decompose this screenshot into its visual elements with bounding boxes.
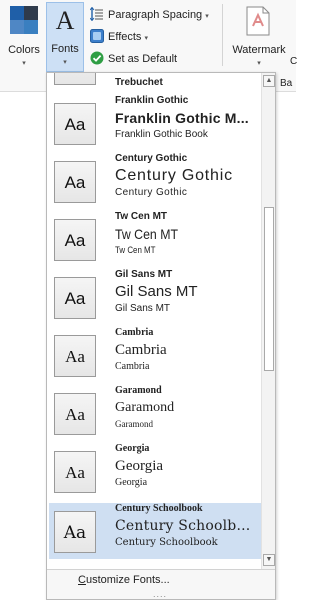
font-theme-item-cambria[interactable]: Aa Cambria Cambria Cambria	[49, 327, 261, 383]
watermark-icon	[246, 6, 270, 36]
font-theme-item-gill-sans-mt[interactable]: Aa Gil Sans MT Gil Sans MT Gil Sans MT	[49, 269, 261, 325]
resize-grip-icon[interactable]: ....	[153, 589, 167, 599]
colors-label: Colors	[8, 44, 40, 56]
font-theme-name: Trebuchet	[115, 77, 163, 88]
heading-font-preview: Century Schoolb...	[115, 518, 251, 534]
font-theme-name: Gil Sans MT	[115, 269, 173, 280]
font-sample-thumbnail: Aa	[54, 219, 96, 261]
body-font-preview: Georgia	[115, 477, 148, 488]
watermark-label: Watermark	[232, 44, 286, 56]
font-sample-thumbnail: Aa	[54, 451, 96, 493]
heading-font-preview: Tw Cen MT	[115, 226, 178, 242]
scrollbar-thumb[interactable]	[264, 207, 274, 371]
paragraph-spacing-button[interactable]: Paragraph Spacing ▾	[90, 6, 209, 24]
fonts-icon: A	[55, 6, 75, 35]
watermark-button[interactable]: Watermark ▾	[228, 4, 290, 72]
heading-font-preview: Franklin Gothic M...	[115, 110, 249, 126]
font-theme-item-century-gothic[interactable]: Aa Century Gothic Century Gothic Century…	[49, 153, 261, 209]
set-as-default-button[interactable]: Set as Default	[90, 50, 177, 68]
gallery-scrollbar[interactable]: ▲ ▼	[261, 73, 275, 569]
font-theme-name: Cambria	[115, 327, 154, 338]
font-theme-item-garamond[interactable]: Aa Garamond Garamond Garamond	[49, 385, 261, 441]
heading-font-preview: Cambria	[115, 342, 167, 358]
heading-font-preview: Garamond	[115, 400, 175, 415]
body-font-preview: Century Gothic	[115, 187, 188, 198]
scroll-up-arrow-icon[interactable]: ▲	[263, 75, 275, 87]
chevron-down-icon: ▾	[63, 59, 67, 66]
body-font-preview: Century Schoolbook	[115, 537, 218, 548]
effects-label: Effects	[108, 31, 142, 43]
font-sample-thumbnail	[54, 73, 96, 85]
clipped-ribbon-text: Ba	[280, 78, 293, 89]
font-theme-name: Century Schoolbook	[115, 503, 203, 514]
heading-font-preview: Gil Sans MT	[115, 283, 198, 300]
heading-font-preview: Century Gothic	[115, 167, 233, 184]
font-theme-name: Tw Cen MT	[115, 211, 168, 222]
body-font-preview: Franklin Gothic Book	[115, 129, 208, 140]
font-sample-thumbnail: Aa	[54, 103, 96, 145]
font-theme-list: Trebuchet Aa Franklin Gothic Franklin Go…	[47, 73, 261, 569]
font-theme-name: Century Gothic	[115, 153, 188, 164]
font-theme-item-tw-cen-mt[interactable]: Aa Tw Cen MT Tw Cen MT Tw Cen MT	[49, 211, 261, 267]
font-theme-name: Georgia	[115, 443, 150, 454]
body-font-preview: Tw Cen MT	[115, 245, 156, 255]
checkmark-icon	[90, 51, 104, 65]
chevron-down-icon: ▾	[144, 35, 148, 42]
font-theme-name: Franklin Gothic	[115, 95, 189, 106]
fonts-dropdown-gallery: Trebuchet Aa Franklin Gothic Franklin Go…	[46, 72, 276, 600]
font-sample-thumbnail: Aa	[54, 511, 96, 553]
chevron-down-icon: ▾	[22, 60, 26, 67]
body-font-preview: Cambria	[115, 361, 150, 372]
paragraph-spacing-label: Paragraph Spacing	[108, 9, 203, 21]
clipped-ribbon-text: C	[290, 56, 298, 67]
fonts-button[interactable]: A Fonts ▾	[46, 2, 84, 72]
chevron-down-icon: ▾	[205, 13, 209, 20]
fonts-label: Fonts	[51, 43, 79, 55]
set-as-default-label: Set as Default	[108, 53, 178, 65]
font-sample-thumbnail: Aa	[54, 393, 96, 435]
effects-icon	[90, 29, 104, 44]
body-font-preview: Garamond	[115, 419, 153, 429]
colors-button[interactable]: Colors ▾	[4, 4, 44, 72]
font-sample-thumbnail: Aa	[54, 161, 96, 203]
color-palette-icon	[10, 6, 38, 34]
paragraph-spacing-icon	[90, 7, 103, 22]
font-sample-thumbnail: Aa	[54, 335, 96, 377]
ribbon-group-separator	[222, 4, 223, 66]
font-theme-name: Garamond	[115, 385, 162, 396]
heading-font-preview: Georgia	[115, 458, 164, 474]
font-theme-item-century-schoolbook[interactable]: Aa Century Schoolbook Century Schoolb...…	[49, 503, 261, 559]
font-sample-thumbnail: Aa	[54, 277, 96, 319]
gallery-footer: Customize Fonts... ....	[47, 569, 275, 599]
font-theme-item-georgia[interactable]: Aa Georgia Georgia Georgia	[49, 443, 261, 499]
font-theme-item-trebuchet[interactable]: Trebuchet	[49, 73, 261, 91]
font-theme-item-franklin-gothic[interactable]: Aa Franklin Gothic Franklin Gothic M... …	[49, 95, 261, 151]
chevron-down-icon: ▾	[257, 60, 261, 67]
customize-fonts-link[interactable]: Customize Fonts...	[78, 574, 170, 586]
scroll-down-arrow-icon[interactable]: ▼	[263, 554, 275, 566]
body-font-preview: Gil Sans MT	[115, 303, 171, 314]
effects-button[interactable]: Effects ▾	[90, 28, 148, 46]
